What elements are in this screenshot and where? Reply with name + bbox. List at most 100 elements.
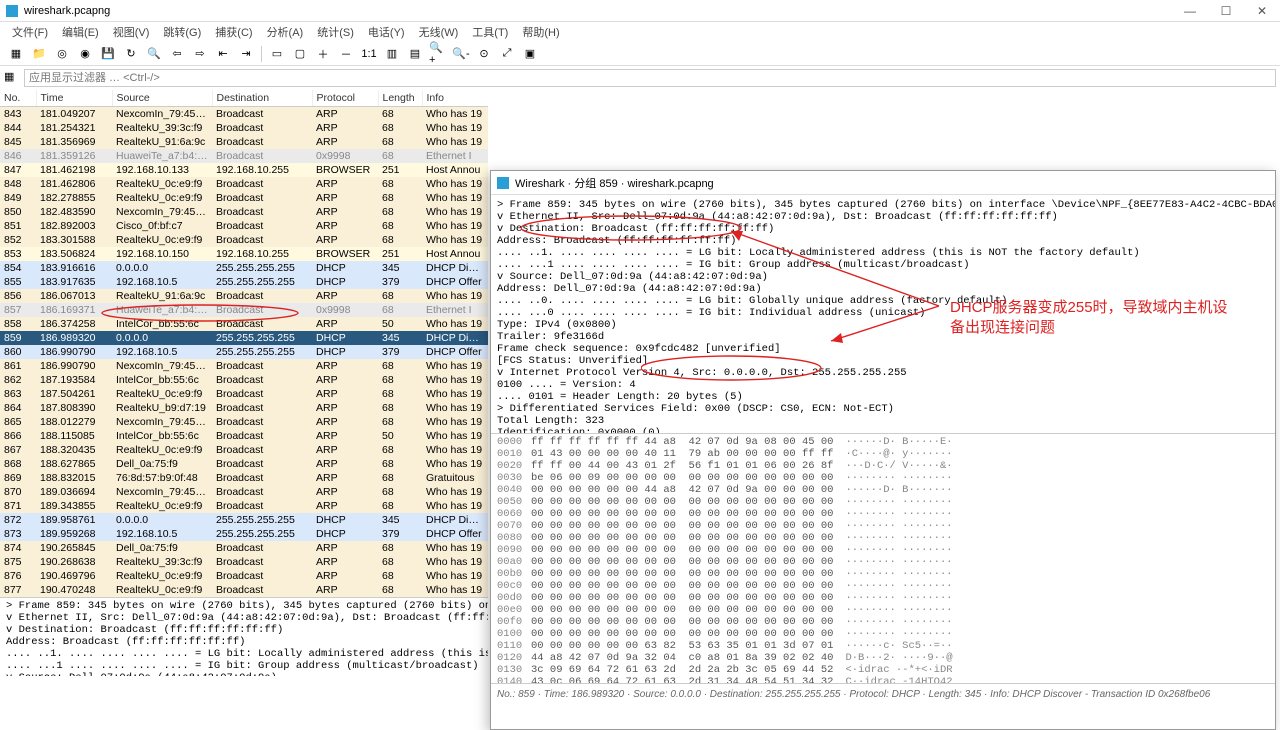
tree-line[interactable]: Total Length: 323: [497, 415, 1269, 427]
hex-line[interactable]: 007000 00 00 00 00 00 00 00 00 00 00 00 …: [497, 520, 1269, 532]
tree-line[interactable]: Type: IPv4 (0x0800): [497, 319, 1269, 331]
packet-row[interactable]: 845181.356969RealtekU_91:6a:9cBroadcastA…: [0, 135, 488, 149]
col-source[interactable]: Source: [112, 90, 212, 107]
disk-button[interactable]: 💾: [98, 44, 118, 64]
packet-row[interactable]: 864187.808390RealtekU_b9:d7:19BroadcastA…: [0, 401, 488, 415]
col-no.[interactable]: No.: [0, 90, 36, 107]
hex-line[interactable]: 0030be 06 00 09 00 00 00 00 00 00 00 00 …: [497, 472, 1269, 484]
tree-line[interactable]: Address: Broadcast (ff:ff:ff:ff:ff:ff): [497, 235, 1269, 247]
tree-line[interactable]: .... ..0. .... .... .... .... = LG bit: …: [497, 295, 1269, 307]
packet-row[interactable]: 870189.036694NexcomIn_79:45:abBroadcastA…: [0, 485, 488, 499]
box4-button[interactable]: ▤: [405, 44, 425, 64]
detail-line[interactable]: v Destination: Broadcast (ff:ff:ff:ff:ff…: [6, 624, 482, 636]
hex-line[interactable]: 0020ff ff 00 44 00 43 01 2f 56 f1 01 01 …: [497, 460, 1269, 472]
zoom-out-button[interactable]: 🔍-: [451, 44, 471, 64]
col-length[interactable]: Length: [378, 90, 422, 107]
packet-tree[interactable]: > Frame 859: 345 bytes on wire (2760 bit…: [491, 195, 1275, 433]
circle-button[interactable]: ◉: [75, 44, 95, 64]
tree-line[interactable]: v Ethernet II, Src: Dell_07:0d:9a (44:a8…: [497, 211, 1269, 223]
back-button[interactable]: ⇦: [167, 44, 187, 64]
box3-button[interactable]: ▥: [382, 44, 402, 64]
detail-line[interactable]: v Ethernet II, Src: Dell_07:0d:9a (44:a8…: [6, 612, 482, 624]
hex-line[interactable]: 00d000 00 00 00 00 00 00 00 00 00 00 00 …: [497, 592, 1269, 604]
close-button[interactable]: ✕: [1244, 0, 1280, 22]
hex-dump[interactable]: 0000ff ff ff ff ff ff 44 a8 42 07 0d 9a …: [491, 433, 1275, 683]
folder-button[interactable]: 📁: [29, 44, 49, 64]
zoom-in-button[interactable]: 🔍+: [428, 44, 448, 64]
filter-input[interactable]: [24, 69, 1276, 87]
packet-row[interactable]: 846181.359126HuaweiTe_a7:b4:93Broadcast0…: [0, 149, 488, 163]
tree-line[interactable]: Frame check sequence: 0x9fcdc482 [unveri…: [497, 343, 1269, 355]
box2-button[interactable]: ▢: [290, 44, 310, 64]
tree-line[interactable]: .... ..1. .... .... .... .... = LG bit: …: [497, 247, 1269, 259]
last-button[interactable]: ⇥: [236, 44, 256, 64]
menu-item[interactable]: 电话(Y): [362, 22, 411, 42]
packet-row[interactable]: 854183.9166160.0.0.0255.255.255.255DHCP3…: [0, 261, 488, 275]
menu-item[interactable]: 捕获(C): [209, 22, 258, 42]
tree-line[interactable]: > Differentiated Services Field: 0x00 (D…: [497, 403, 1269, 415]
hex-line[interactable]: 012044 a8 42 07 0d 9a 32 04 c0 a8 01 8a …: [497, 652, 1269, 664]
packet-row[interactable]: 861186.990790NexcomIn_79:45:abBroadcastA…: [0, 359, 488, 373]
packet-row[interactable]: 866188.115085IntelCor_bb:55:6cBroadcastA…: [0, 429, 488, 443]
detail-line[interactable]: v Source: Dell_07:0d:9a (44:a8:42:07:0d:…: [6, 672, 482, 676]
minus-button[interactable]: －: [336, 44, 356, 64]
menu-item[interactable]: 统计(S): [311, 22, 360, 42]
plus-button[interactable]: ＋: [313, 44, 333, 64]
tree-line[interactable]: Address: Dell_07:0d:9a (44:a8:42:07:0d:9…: [497, 283, 1269, 295]
packet-row[interactable]: 857186.169371HuaweiTe_a7:b4:93Broadcast0…: [0, 303, 488, 317]
gear-button[interactable]: ◎: [52, 44, 72, 64]
tree-line[interactable]: v Destination: Broadcast (ff:ff:ff:ff:ff…: [497, 223, 1269, 235]
search-button[interactable]: 🔍: [144, 44, 164, 64]
tree-line[interactable]: .... ...0 .... .... .... .... = IG bit: …: [497, 307, 1269, 319]
tree-line[interactable]: > Frame 859: 345 bytes on wire (2760 bit…: [497, 199, 1269, 211]
hex-line[interactable]: 0000ff ff ff ff ff ff 44 a8 42 07 0d 9a …: [497, 436, 1269, 448]
file-blue-button[interactable]: ▦: [6, 44, 26, 64]
menu-item[interactable]: 工具(T): [466, 22, 514, 42]
hex-line[interactable]: 00b000 00 00 00 00 00 00 00 00 00 00 00 …: [497, 568, 1269, 580]
tree-line[interactable]: .... 0101 = Header Length: 20 bytes (5): [497, 391, 1269, 403]
tree-line[interactable]: .... ...1 .... .... .... .... = IG bit: …: [497, 259, 1269, 271]
col-time[interactable]: Time: [36, 90, 112, 107]
menu-item[interactable]: 跳转(G): [157, 22, 207, 42]
maximize-button[interactable]: ☐: [1208, 0, 1244, 22]
packet-row[interactable]: 847181.462198192.168.10.133192.168.10.25…: [0, 163, 488, 177]
box1-button[interactable]: ▭: [267, 44, 287, 64]
tree-line[interactable]: 0100 .... = Version: 4: [497, 379, 1269, 391]
detail-line[interactable]: Address: Broadcast (ff:ff:ff:ff:ff:ff): [6, 636, 482, 648]
detail-line[interactable]: .... ..1. .... .... .... .... = LG bit: …: [6, 648, 482, 660]
hex-line[interactable]: 014043 0c 06 69 64 72 61 63 2d 31 34 48 …: [497, 676, 1269, 683]
packet-row[interactable]: 868188.627865Dell_0a:75:f9BroadcastARP68…: [0, 457, 488, 471]
col-destination[interactable]: Destination: [212, 90, 312, 107]
hex-line[interactable]: 004000 00 00 00 00 00 44 a8 42 07 0d 9a …: [497, 484, 1269, 496]
packet-row[interactable]: 862187.193584IntelCor_bb:55:6cBroadcastA…: [0, 373, 488, 387]
fwd-button[interactable]: ⇨: [190, 44, 210, 64]
packet-row[interactable]: 860186.990790192.168.10.5255.255.255.255…: [0, 345, 488, 359]
packet-row[interactable]: 853183.506824192.168.10.150192.168.10.25…: [0, 247, 488, 261]
packet-row[interactable]: 869188.83201576:8d:57:b9:0f:48BroadcastA…: [0, 471, 488, 485]
packet-row[interactable]: 858186.374258IntelCor_bb:55:6cBroadcastA…: [0, 317, 488, 331]
packet-row[interactable]: 852183.301588RealtekU_0c:e9:f9BroadcastA…: [0, 233, 488, 247]
packet-row[interactable]: 850182.483590NexcomIn_79:45:abBroadcastA…: [0, 205, 488, 219]
packet-row[interactable]: 843181.049207NexcomIn_79:45:abBroadcastA…: [0, 107, 488, 122]
menu-item[interactable]: 无线(W): [413, 22, 465, 42]
minimize-button[interactable]: —: [1172, 0, 1208, 22]
one-button[interactable]: 1:1: [359, 44, 379, 64]
hex-line[interactable]: 00f000 00 00 00 00 00 00 00 00 00 00 00 …: [497, 616, 1269, 628]
packet-row[interactable]: 871189.343855RealtekU_0c:e9:f9BroadcastA…: [0, 499, 488, 513]
packet-list[interactable]: No.TimeSourceDestinationProtocolLengthIn…: [0, 90, 488, 598]
packet-row[interactable]: 872189.9587610.0.0.0255.255.255.255DHCP3…: [0, 513, 488, 527]
detail-line[interactable]: .... ...1 .... .... .... .... = IG bit: …: [6, 660, 482, 672]
menu-item[interactable]: 文件(F): [6, 22, 54, 42]
hex-line[interactable]: 005000 00 00 00 00 00 00 00 00 00 00 00 …: [497, 496, 1269, 508]
menu-item[interactable]: 分析(A): [261, 22, 310, 42]
packet-row[interactable]: 875190.268638RealtekU_39:3c:f9BroadcastA…: [0, 555, 488, 569]
packet-row[interactable]: 851182.892003Cisco_0f:bf:c7BroadcastARP6…: [0, 219, 488, 233]
tree-line[interactable]: v Internet Protocol Version 4, Src: 0.0.…: [497, 367, 1269, 379]
packet-row[interactable]: 844181.254321RealtekU_39:3c:f9BroadcastA…: [0, 121, 488, 135]
col-protocol[interactable]: Protocol: [312, 90, 378, 107]
packet-row[interactable]: 859186.9893200.0.0.0255.255.255.255DHCP3…: [0, 331, 488, 345]
hex-line[interactable]: 011000 00 00 00 00 00 63 82 53 63 35 01 …: [497, 640, 1269, 652]
tree-line[interactable]: v Source: Dell_07:0d:9a (44:a8:42:07:0d:…: [497, 271, 1269, 283]
hex-line[interactable]: 00e000 00 00 00 00 00 00 00 00 00 00 00 …: [497, 604, 1269, 616]
reload-button[interactable]: ↻: [121, 44, 141, 64]
